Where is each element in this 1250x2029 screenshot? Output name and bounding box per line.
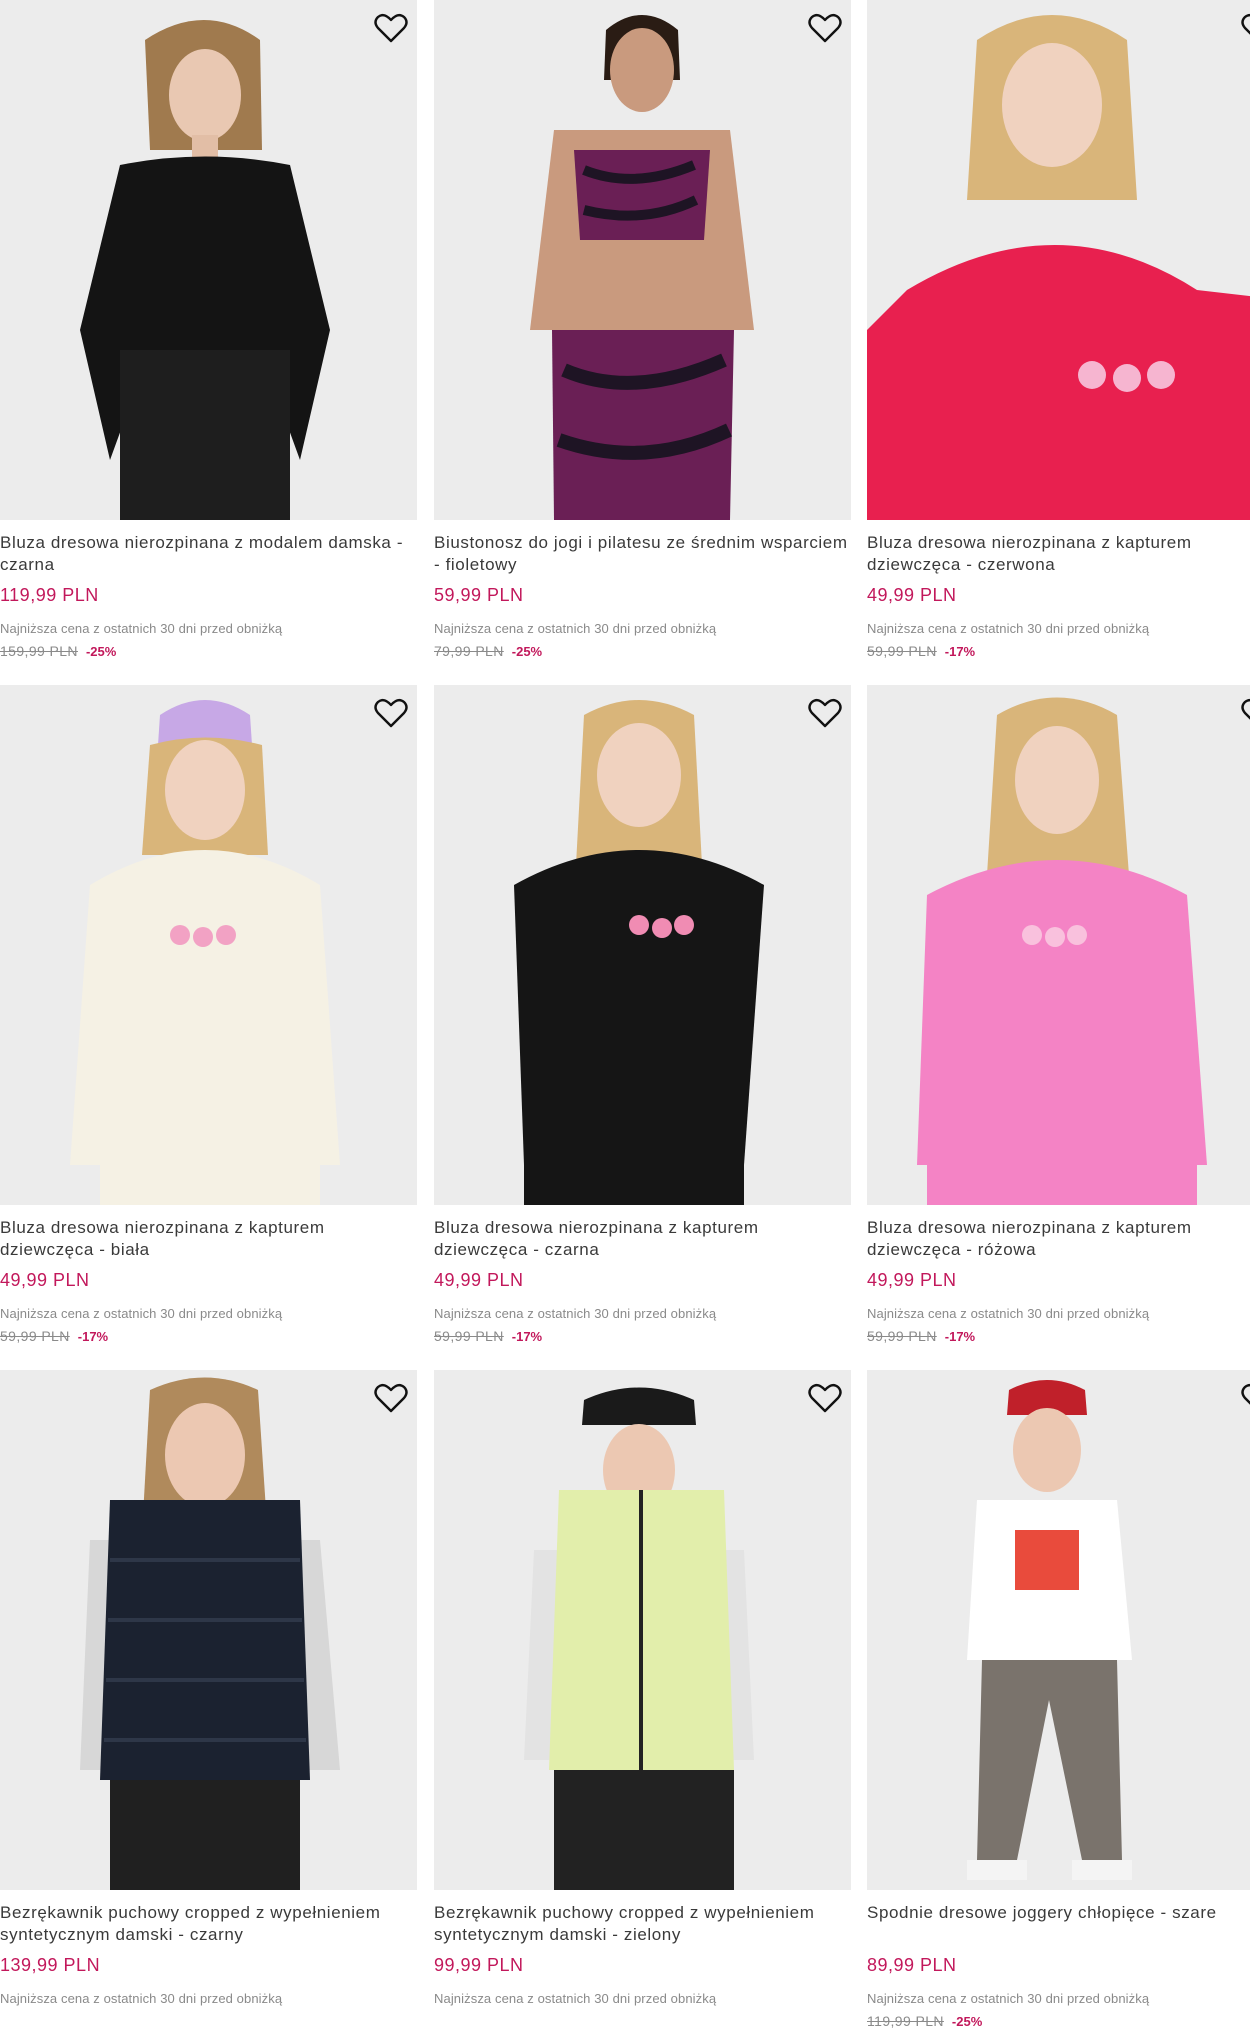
product-photo-placeholder [434,0,851,520]
old-price: 59,99 PLN [0,1328,70,1344]
product-photo-placeholder [0,1370,417,1890]
product-price: 119,99 PLN [0,585,99,605]
lowest-price-note: Najniższa cena z ostatnich 30 dni przed … [0,1306,283,1321]
product-image[interactable] [434,0,851,520]
discount-badge: -25% [951,2014,983,2029]
product-name[interactable]: Bluza dresowa nierozpinana z kapturem dz… [867,532,1250,576]
lowest-price-note: Najniższa cena z ostatnich 30 dni przed … [434,1306,717,1321]
product-name[interactable]: Bezrękawnik puchowy cropped z wypełnieni… [0,1902,415,1946]
product-price: 99,99 PLN [434,1955,524,1975]
heart-outline-icon [808,1383,842,1413]
product-price: 49,99 PLN [434,1270,524,1290]
product-name[interactable]: Bezrękawnik puchowy cropped z wypełnieni… [434,1902,849,1946]
discount-badge: -17% [944,644,976,659]
heart-outline-icon [374,698,408,728]
product-photo-placeholder [0,0,417,520]
old-price-row: 59,99 PLN -17% [434,1328,542,1344]
lowest-price-note: Najniższa cena z ostatnich 30 dni przed … [867,621,1150,636]
lowest-price-note: Najniższa cena z ostatnich 30 dni przed … [0,621,283,636]
product-price: 89,99 PLN [867,1955,957,1975]
old-price: 79,99 PLN [434,643,504,659]
lowest-price-note: Najniższa cena z ostatnich 30 dni przed … [867,1306,1150,1321]
product-name[interactable]: Bluza dresowa nierozpinana z modalem dam… [0,532,415,576]
product-photo-placeholder [867,1370,1250,1890]
old-price: 159,99 PLN [0,643,78,659]
product-grid: Bluza dresowa nierozpinana z modalem dam… [0,0,1250,2029]
discount-badge: -17% [944,1329,976,1344]
product-photo-placeholder [867,0,1250,520]
heart-outline-icon [808,13,842,43]
old-price: 59,99 PLN [434,1328,504,1344]
old-price-row: 59,99 PLN -17% [0,1328,108,1344]
favorite-button[interactable] [807,1380,843,1416]
heart-outline-icon [1241,1383,1250,1405]
product-image[interactable] [0,685,417,1205]
heart-outline-icon [1241,13,1250,35]
favorite-button[interactable] [373,695,409,731]
product-price: 49,99 PLN [0,1270,90,1290]
product-name[interactable]: Biustonosz do jogi i pilatesu ze średnim… [434,532,849,576]
old-price: 59,99 PLN [867,643,937,659]
product-price: 49,99 PLN [867,1270,957,1290]
lowest-price-note: Najniższa cena z ostatnich 30 dni przed … [434,1991,717,2006]
product-image[interactable] [0,0,417,520]
product-photo-placeholder [434,685,851,1205]
lowest-price-note: Najniższa cena z ostatnich 30 dni przed … [867,1991,1150,2006]
old-price: 59,99 PLN [867,1328,937,1344]
product-price: 139,99 PLN [0,1955,101,1975]
product-name[interactable]: Bluza dresowa nierozpinana z kapturem dz… [0,1217,415,1261]
product-name[interactable]: Spodnie dresowe joggery chłopięce - szar… [867,1902,1250,1924]
old-price-row: 59,99 PLN -17% [867,1328,975,1344]
product-photo-placeholder [0,685,417,1205]
favorite-button[interactable] [807,695,843,731]
favorite-button[interactable] [1240,10,1250,46]
product-name[interactable]: Bluza dresowa nierozpinana z kapturem dz… [434,1217,849,1261]
old-price-row: 79,99 PLN -25% [434,643,542,659]
old-price-row: 159,99 PLN -25% [0,643,116,659]
favorite-button[interactable] [373,1380,409,1416]
product-image[interactable] [434,685,851,1205]
product-price: 49,99 PLN [867,585,957,605]
heart-outline-icon [374,1383,408,1413]
heart-outline-icon [374,13,408,43]
product-image[interactable] [867,685,1250,1205]
product-image[interactable] [867,1370,1250,1890]
old-price-row: 59,99 PLN -17% [867,643,975,659]
product-image[interactable] [0,1370,417,1890]
product-image[interactable] [434,1370,851,1890]
discount-badge: -17% [77,1329,109,1344]
lowest-price-note: Najniższa cena z ostatnich 30 dni przed … [434,621,717,636]
favorite-button[interactable] [807,10,843,46]
lowest-price-note: Najniższa cena z ostatnich 30 dni przed … [0,1991,283,2006]
heart-outline-icon [1241,698,1250,720]
product-price: 59,99 PLN [434,585,524,605]
discount-badge: -25% [85,644,117,659]
product-image[interactable] [867,0,1250,520]
product-photo-placeholder [434,1370,851,1890]
product-photo-placeholder [867,685,1250,1205]
discount-badge: -25% [511,644,543,659]
favorite-button[interactable] [1240,695,1250,731]
favorite-button[interactable] [373,10,409,46]
favorite-button[interactable] [1240,1380,1250,1416]
discount-badge: -17% [511,1329,543,1344]
old-price-row: 119,99 PLN -25% [867,2013,982,2029]
heart-outline-icon [808,698,842,728]
old-price: 119,99 PLN [867,2013,944,2029]
product-name[interactable]: Bluza dresowa nierozpinana z kapturem dz… [867,1217,1250,1261]
